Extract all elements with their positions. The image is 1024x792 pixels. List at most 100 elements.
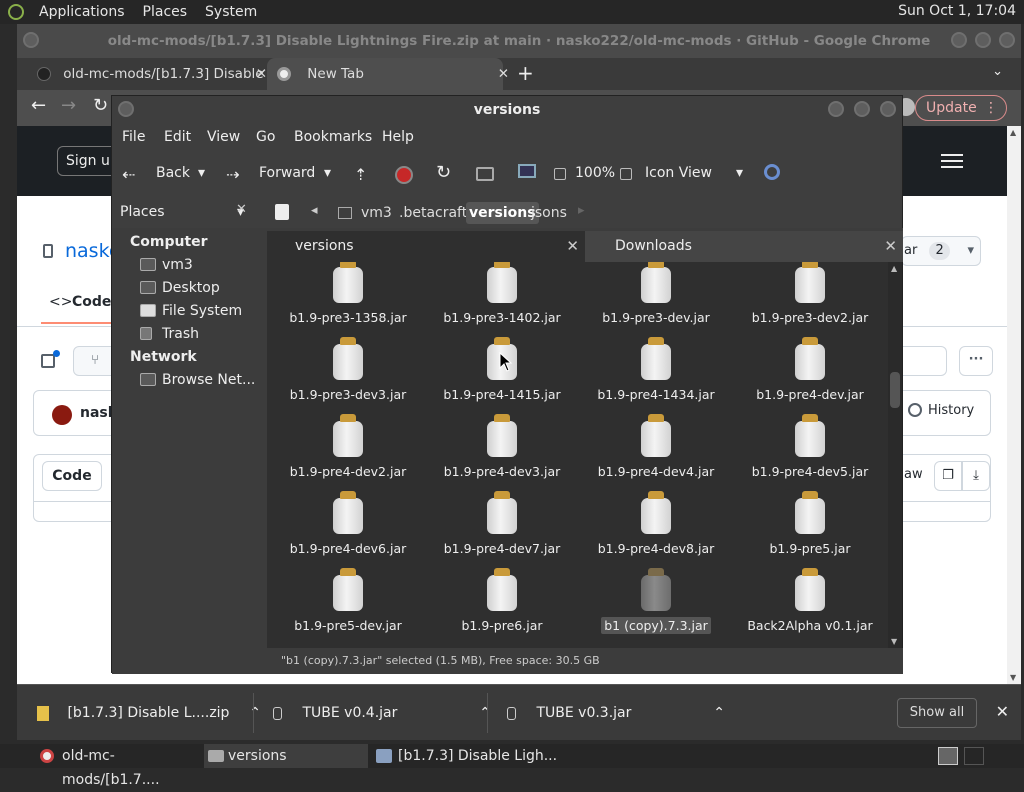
back-dropdown-icon[interactable]: ▾: [198, 165, 205, 181]
window-menu-icon[interactable]: [118, 101, 134, 117]
edit-location-icon[interactable]: [275, 204, 289, 220]
show-all-button[interactable]: Show all: [897, 698, 977, 728]
chevron-up-icon[interactable]: ⌃: [479, 685, 491, 741]
sidebar-item-trash[interactable]: Trash: [162, 326, 199, 342]
maximize-icon[interactable]: [854, 101, 870, 117]
computer-icon[interactable]: [518, 164, 536, 178]
back-button[interactable]: Back: [156, 165, 190, 181]
star-button[interactable]: ar 2 ▾: [901, 236, 981, 266]
scroll-down-icon[interactable]: ▼: [891, 637, 897, 646]
chevron-down-icon[interactable]: ▾: [736, 165, 743, 181]
history-link[interactable]: History: [928, 403, 974, 418]
file-item[interactable]: b1.9-pre6.jar: [425, 568, 579, 644]
file-item[interactable]: b1.9-pre3-1402.jar: [425, 262, 579, 336]
menu-go[interactable]: Go: [256, 129, 275, 145]
system-menu[interactable]: System: [196, 4, 266, 20]
file-item[interactable]: Back2Alpha v0.1.jar: [733, 568, 887, 644]
taskbar-item-archive[interactable]: [b1.7.3] Disable Ligh...: [374, 744, 574, 768]
download-item[interactable]: TUBE v0.4.jar ⌃: [273, 685, 491, 741]
forward-icon[interactable]: ⇢: [226, 165, 239, 184]
file-item[interactable]: b1.9-pre4-1415.jar: [425, 337, 579, 413]
raw-button[interactable]: aw: [904, 467, 923, 482]
minimize-icon[interactable]: [951, 32, 967, 48]
side-panel-icon[interactable]: [41, 354, 55, 368]
menu-view[interactable]: View: [207, 129, 240, 145]
file-item[interactable]: b1.9-pre4-dev8.jar: [579, 491, 733, 567]
menu-help[interactable]: Help: [382, 129, 414, 145]
sidebar-item-vm3[interactable]: vm3: [162, 257, 193, 273]
sidebar-item-file-system[interactable]: File System: [162, 303, 242, 319]
distro-icon[interactable]: [8, 4, 24, 20]
forward-button[interactable]: Forward: [259, 165, 315, 181]
file-item[interactable]: b1.9-pre4-dev3.jar: [425, 414, 579, 490]
tab-close-icon[interactable]: ✕: [566, 231, 579, 262]
tab-code[interactable]: Code: [72, 294, 111, 310]
download-item[interactable]: TUBE v0.3.jar ⌃: [507, 685, 725, 741]
file-item[interactable]: b1.9-pre4-dev4.jar: [579, 414, 733, 490]
download-item[interactable]: [b1.7.3] Disable L....zip ⌃: [37, 685, 261, 741]
sidebar-item-desktop[interactable]: Desktop: [162, 280, 220, 296]
taskbar-item-versions[interactable]: versions: [204, 744, 368, 768]
new-tab-button[interactable]: +: [517, 61, 534, 85]
reload-icon[interactable]: ↻: [93, 95, 108, 116]
menu-bookmarks[interactable]: Bookmarks: [294, 129, 372, 145]
close-shelf-icon[interactable]: ✕: [996, 702, 1009, 721]
scroll-down-icon[interactable]: ▼: [1010, 673, 1016, 682]
file-item[interactable]: b1.9-pre3-dev2.jar: [733, 262, 887, 336]
tab-new-tab[interactable]: New Tab ✕: [267, 58, 509, 90]
author-avatar[interactable]: [52, 405, 72, 425]
scroll-thumb[interactable]: [890, 372, 900, 408]
search-icon[interactable]: [764, 164, 780, 180]
file-item[interactable]: b1.9-pre4-dev6.jar: [271, 491, 425, 567]
breadcrumb-left-icon[interactable]: ◂: [311, 203, 318, 218]
close-sidebar-icon[interactable]: ✕: [236, 202, 247, 217]
file-search-input[interactable]: [901, 346, 947, 376]
tab-versions[interactable]: versions ✕: [267, 231, 585, 262]
sidebar-item-browse-network[interactable]: Browse Net...: [162, 372, 255, 388]
stop-icon[interactable]: [395, 166, 413, 184]
chevron-up-icon[interactable]: ⌃: [713, 685, 725, 741]
file-item[interactable]: b1.9-pre3-1358.jar: [271, 262, 425, 336]
file-item[interactable]: b1.9-pre4-1434.jar: [579, 337, 733, 413]
chevron-up-icon[interactable]: ⌃: [249, 685, 261, 741]
breadcrumb-right-icon[interactable]: ▸: [578, 203, 585, 218]
minimize-icon[interactable]: [828, 101, 844, 117]
update-button[interactable]: Update ⋮: [915, 95, 1007, 121]
back-icon[interactable]: ⇠: [122, 165, 135, 184]
menu-file[interactable]: File: [122, 129, 145, 145]
kebab-menu-icon[interactable]: ⋮: [984, 96, 998, 120]
file-item[interactable]: b1.9-pre4-dev2.jar: [271, 414, 425, 490]
file-item[interactable]: b1.9-pre3-dev.jar: [579, 262, 733, 336]
clock[interactable]: Sun Oct 1, 17:04: [898, 3, 1016, 19]
workspace-switcher-2[interactable]: [964, 747, 984, 765]
places-menu[interactable]: Places: [134, 4, 197, 20]
scroll-up-icon[interactable]: ▲: [891, 264, 897, 273]
home-icon[interactable]: [476, 167, 494, 181]
more-options-button[interactable]: ···: [959, 346, 993, 376]
file-item[interactable]: b1 (copy).7.3.jar: [579, 568, 733, 644]
taskbar-item-chrome[interactable]: old-mc-mods/[b1.7....: [38, 744, 200, 788]
tab-close-icon[interactable]: ✕: [498, 58, 509, 90]
forward-arrow-icon[interactable]: →: [61, 95, 76, 116]
close-icon[interactable]: [880, 101, 896, 117]
applications-menu[interactable]: Applications: [30, 4, 134, 20]
zoom-out-icon[interactable]: [554, 168, 566, 180]
file-item[interactable]: b1.9-pre4-dev5.jar: [733, 414, 887, 490]
download-icon[interactable]: ⤓: [962, 461, 990, 491]
file-item[interactable]: b1.9-pre4-dev.jar: [733, 337, 887, 413]
breadcrumb-jsons[interactable]: jsons: [528, 202, 570, 224]
forward-dropdown-icon[interactable]: ▾: [324, 165, 331, 181]
maximize-icon[interactable]: [975, 32, 991, 48]
view-mode-select[interactable]: Icon View: [645, 165, 712, 181]
breadcrumb-vm3[interactable]: vm3: [358, 202, 395, 224]
tab-close-icon[interactable]: ✕: [256, 58, 267, 90]
breadcrumb-betacraft[interactable]: .betacraft: [396, 202, 470, 224]
fm-scrollbar[interactable]: ▲ ▼: [888, 262, 902, 648]
file-item[interactable]: b1.9-pre3-dev3.jar: [271, 337, 425, 413]
window-menu-icon[interactable]: [23, 32, 39, 48]
reload-icon[interactable]: ↻: [436, 162, 451, 183]
code-view-button[interactable]: Code: [42, 461, 102, 491]
file-item[interactable]: b1.9-pre4-dev7.jar: [425, 491, 579, 567]
scroll-up-icon[interactable]: ▲: [1010, 128, 1016, 137]
tab-search-icon[interactable]: ⌄: [992, 64, 1003, 79]
